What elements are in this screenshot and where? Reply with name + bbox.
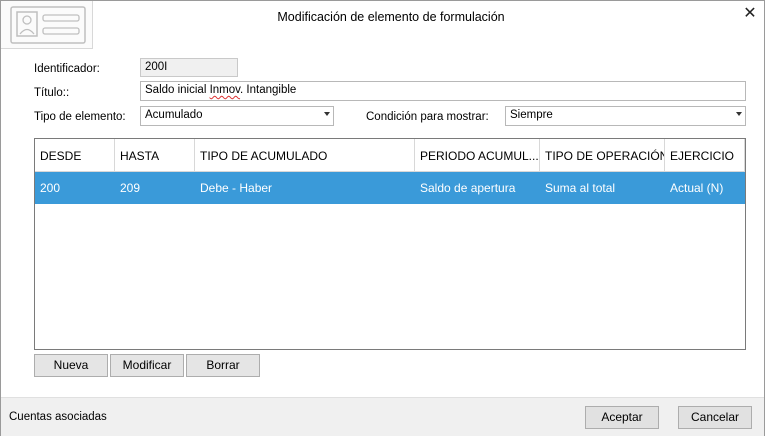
column-header-desde[interactable]: DESDE: [35, 139, 115, 172]
identifier-field: 200I: [140, 58, 238, 77]
accept-button[interactable]: Aceptar: [585, 406, 659, 429]
dialog-window: Modificación de elemento de formulación …: [0, 0, 765, 436]
type-label: Tipo de elemento:: [34, 111, 126, 123]
column-header-tipo-acumulado[interactable]: TIPO DE ACUMULADO: [195, 139, 415, 172]
title-label: Título::: [34, 87, 70, 99]
close-icon[interactable]: ✕: [742, 6, 758, 22]
show-condition-value: Siempre: [510, 109, 553, 121]
edit-button[interactable]: Modificar: [110, 354, 184, 377]
linked-accounts-link[interactable]: Cuentas asociadas: [9, 411, 107, 423]
footer-bar: Cuentas asociadas Aceptar Cancelar: [1, 397, 764, 436]
show-condition-label: Condición para mostrar:: [366, 111, 489, 123]
delete-button[interactable]: Borrar: [186, 354, 260, 377]
column-header-hasta[interactable]: HASTA: [115, 139, 195, 172]
show-condition-select[interactable]: Siempre: [505, 106, 746, 126]
cell-ejercicio: Actual (N): [670, 181, 724, 195]
accumulation-grid[interactable]: DESDE HASTA TIPO DE ACUMULADO PERIODO AC…: [34, 138, 746, 350]
id-card-icon: [1, 1, 93, 49]
new-button[interactable]: Nueva: [34, 354, 108, 377]
type-select[interactable]: Acumulado: [140, 106, 334, 126]
title-value-c: . Intangible: [240, 84, 297, 96]
grid-header: DESDE HASTA TIPO DE ACUMULADO PERIODO AC…: [35, 139, 745, 172]
cell-tipo-acumulado: Debe - Haber: [200, 181, 273, 195]
dropdown-arrow-icon: [736, 112, 742, 116]
title-value-misspelled: Inmov: [209, 84, 241, 96]
column-header-tipo-operacion[interactable]: TIPO DE OPERACIÓN: [540, 139, 665, 172]
title-value-a: Saldo inicial: [145, 84, 210, 96]
dropdown-arrow-icon: [324, 112, 330, 116]
type-select-value: Acumulado: [145, 109, 203, 121]
title-field[interactable]: Saldo inicial Inmov. Intangible: [140, 81, 746, 101]
column-header-ejercicio[interactable]: EJERCICIO: [665, 139, 745, 172]
cell-tipo-operacion: Suma al total: [545, 181, 616, 195]
cell-desde: 200: [40, 181, 61, 195]
cell-periodo: Saldo de apertura: [420, 181, 516, 195]
cancel-button[interactable]: Cancelar: [678, 406, 752, 429]
dialog-title: Modificación de elemento de formulación: [277, 10, 505, 24]
table-row[interactable]: 200 209 Debe - Haber Saldo de apertura S…: [35, 172, 745, 204]
identifier-label: Identificador:: [34, 63, 100, 75]
cell-hasta: 209: [120, 181, 141, 195]
column-header-periodo[interactable]: PERIODO ACUMUL...: [415, 139, 540, 172]
